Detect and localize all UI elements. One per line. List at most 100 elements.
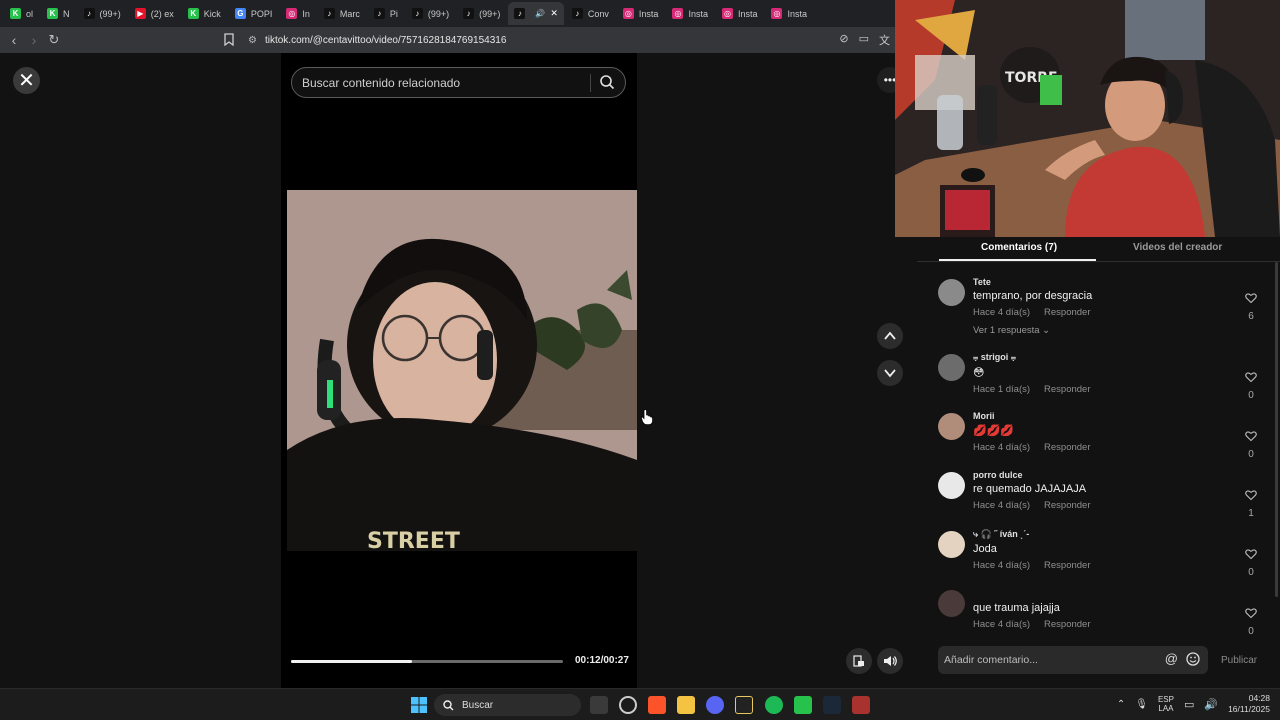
browser-tab[interactable]: ◎ Insta [666, 2, 714, 25]
browser-tab[interactable]: ♪ (99+) [78, 2, 127, 25]
close-viewer-button[interactable]: ✕ [13, 67, 40, 94]
avatar[interactable] [938, 472, 965, 499]
tab-audio-icon[interactable]: 🔊 [535, 9, 545, 18]
browser-tab[interactable]: G POPI [229, 2, 279, 25]
comments-scrollbar[interactable] [1275, 262, 1278, 597]
svg-text:STREET: STREET [367, 529, 460, 551]
browser-tab[interactable]: ♪ Pi [368, 2, 404, 25]
input-language[interactable]: ESP LAA [1158, 695, 1174, 713]
browser-tab[interactable]: ◎ Insta [765, 2, 813, 25]
tab-creator-videos[interactable]: Videos del creador [1133, 242, 1222, 253]
volume-button[interactable] [877, 648, 903, 674]
video-progress-bar[interactable] [291, 660, 563, 663]
comment-username[interactable] [973, 588, 1213, 599]
brave-taskbar-icon[interactable] [648, 696, 666, 714]
browser-tab[interactable]: KN [41, 2, 76, 25]
chrome-taskbar-icon[interactable] [619, 696, 637, 714]
browser-tab[interactable]: ◎ Insta [716, 2, 764, 25]
task-view-icon[interactable] [590, 696, 608, 714]
taskbar-clock[interactable]: 04:28 16/11/2025 [1228, 693, 1270, 715]
tab-comments[interactable]: Comentarios (7) [981, 242, 1057, 253]
comment-input[interactable]: Añadir comentario... @ [938, 646, 1208, 674]
comment-like[interactable]: 6 [1244, 291, 1258, 322]
comment-username[interactable]: ⩦ strigoi ⩦ [973, 352, 1213, 363]
search-icon[interactable] [599, 74, 615, 90]
tray-overflow-icon[interactable]: ⌃ [1117, 699, 1125, 710]
heart-icon[interactable] [1245, 548, 1257, 560]
reply-button[interactable]: Responder [1044, 307, 1090, 318]
video-frame[interactable]: STREET [287, 190, 637, 551]
reply-button[interactable]: Responder [1044, 500, 1090, 511]
bookmark-icon[interactable] [224, 33, 234, 47]
tab-title: (99+) [479, 8, 501, 19]
discord-taskbar-icon[interactable] [706, 696, 724, 714]
view-replies-button[interactable]: Ver 1 respuesta ⌄ [973, 325, 1213, 336]
comment-meta: Hace 1 día(s) Responder [973, 384, 1213, 395]
emoji-icon[interactable] [1186, 652, 1200, 669]
heart-icon[interactable] [1245, 607, 1257, 619]
volume-tray-icon[interactable]: 🔊 [1204, 698, 1218, 711]
heart-icon[interactable] [1245, 371, 1257, 383]
comment-like[interactable]: 1 [1244, 488, 1258, 519]
browser-tab[interactable]: ♪ (99+) [406, 2, 455, 25]
reply-button[interactable]: Responder [1044, 442, 1090, 453]
avatar[interactable] [938, 531, 965, 558]
avatar[interactable] [938, 354, 965, 381]
taskbar-search[interactable]: Buscar [434, 694, 581, 716]
app-taskbar-icon[interactable] [735, 696, 753, 714]
avatar[interactable] [938, 590, 965, 617]
tab-close-icon[interactable]: ✕ [550, 8, 558, 19]
comment-username[interactable]: ⤷ 🎧 ˝ íván ˎˊ- [973, 529, 1213, 540]
tab-favicon-icon: ◎ [672, 8, 684, 19]
reply-button[interactable]: Responder [1044, 619, 1090, 630]
network-icon[interactable]: ▭ [1184, 698, 1194, 711]
heart-icon[interactable] [1245, 292, 1257, 304]
avatar[interactable] [938, 279, 965, 306]
comment-username[interactable]: Morii [973, 411, 1213, 421]
comment-like[interactable]: 0 [1244, 606, 1258, 637]
translate-icon[interactable]: 文 [879, 32, 890, 48]
browser-tab[interactable]: ◎ In [280, 2, 316, 25]
reply-button[interactable]: Responder [1044, 384, 1090, 395]
browser-tab[interactable]: ▶ (2) ex [129, 2, 180, 25]
comment-like[interactable]: 0 [1244, 370, 1258, 401]
comment-username[interactable]: Tete [973, 277, 1213, 287]
winrar-taskbar-icon[interactable] [852, 696, 870, 714]
spotify-taskbar-icon[interactable] [765, 696, 783, 714]
system-tray: ⌃ 🎙 ESP LAA ▭ 🔊 04:28 16/11/2025 [1117, 693, 1270, 715]
browser-tab[interactable]: ♪ Conv [566, 2, 615, 25]
comment-like[interactable]: 0 [1244, 547, 1258, 578]
mention-icon[interactable]: @ [1165, 652, 1178, 669]
browser-tab[interactable]: ◎ Insta [617, 2, 665, 25]
browser-tab[interactable]: ♪ 🔊 ✕ [508, 2, 564, 25]
tracking-protection-icon[interactable]: ⊘ [839, 32, 848, 48]
related-content-search-input[interactable]: Buscar contenido relacionado [291, 67, 626, 98]
publish-button[interactable]: Publicar [1221, 655, 1257, 666]
comment-username[interactable]: porro dulce [973, 470, 1213, 480]
steam-taskbar-icon[interactable] [823, 696, 841, 714]
mini-player-button[interactable] [846, 648, 872, 674]
reload-icon[interactable]: ↻ [44, 32, 64, 48]
kick-taskbar-icon[interactable] [794, 696, 812, 714]
browser-tab[interactable]: ♪ (99+) [457, 2, 506, 25]
site-settings-icon[interactable]: ⚙ [248, 35, 257, 46]
microphone-icon[interactable]: 🎙 [1135, 699, 1148, 710]
comment-like[interactable]: 0 [1244, 429, 1258, 460]
url-field[interactable]: ⚙ tiktok.com/@centavittoo/video/75716281… [248, 31, 506, 49]
start-windows-icon[interactable] [410, 696, 428, 714]
reply-button[interactable]: Responder [1044, 560, 1090, 571]
previous-video-button[interactable] [877, 323, 903, 349]
back-icon[interactable]: ‹ [4, 32, 24, 48]
heart-icon[interactable] [1245, 430, 1257, 442]
browser-tab[interactable]: K Kick [182, 2, 227, 25]
avatar[interactable] [938, 413, 965, 440]
chevron-down-icon: ⌄ [1039, 325, 1051, 336]
browser-tab[interactable]: Kol [4, 2, 39, 25]
forward-icon[interactable]: › [24, 32, 44, 48]
browser-tab[interactable]: ♪ Marc [318, 2, 366, 25]
tab-favicon-icon: ◎ [622, 8, 634, 19]
cast-icon[interactable]: ▭ [859, 32, 869, 48]
next-video-button[interactable] [877, 360, 903, 386]
heart-icon[interactable] [1245, 489, 1257, 501]
file-explorer-icon[interactable] [677, 696, 695, 714]
